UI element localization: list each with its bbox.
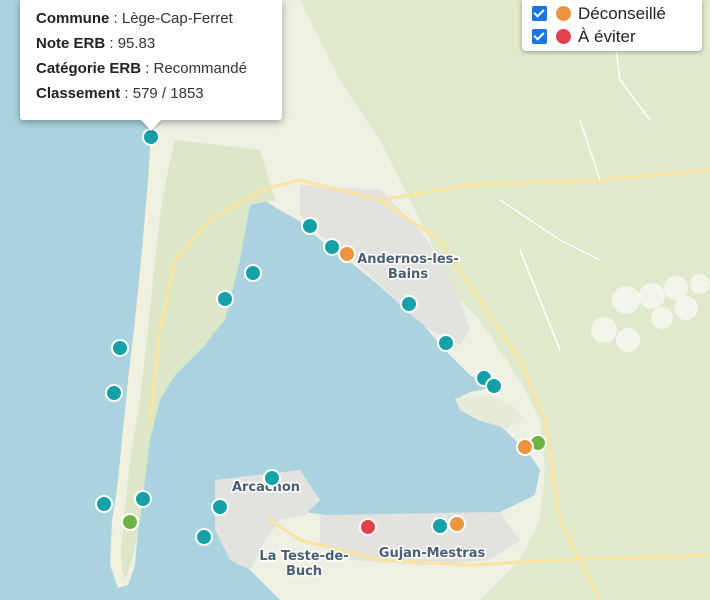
legend-label-deconseille: Déconseillé: [578, 3, 666, 23]
marker-recommande[interactable]: [211, 498, 229, 516]
legend-label-eviter: À éviter: [578, 26, 636, 46]
marker-recommande[interactable]: [400, 295, 418, 313]
beach-info-popup: Commune : Lège-Cap-Ferret Note ERB : 95.…: [20, 0, 282, 120]
popup-sep: :: [145, 60, 154, 77]
marker-recommande[interactable]: [485, 377, 503, 395]
legend-item-deconseille[interactable]: Déconseillé: [532, 2, 692, 25]
town-label-andernos-2: Bains: [388, 267, 428, 282]
checkbox-checked-icon[interactable]: [532, 29, 547, 44]
marker-recommande[interactable]: [111, 339, 129, 357]
popup-sep: :: [124, 85, 133, 102]
marker-recommande[interactable]: [301, 217, 319, 235]
legend-panel: Déconseillé À éviter: [522, 0, 702, 51]
marker-eviter[interactable]: [359, 518, 377, 536]
popup-row-commune: Commune : Lège-Cap-Ferret: [36, 6, 266, 31]
red-dot-icon: [556, 29, 571, 44]
town-label-la-teste: La Teste-de-: [259, 549, 348, 564]
town-label-la-teste-2: Buch: [286, 564, 322, 579]
marker-deconseille[interactable]: [448, 515, 466, 533]
orange-dot-icon: [556, 6, 571, 21]
marker-recommande[interactable]: [142, 128, 160, 146]
popup-classement-value: 579 / 1853: [132, 85, 204, 102]
popup-categorie-value: Recommandé: [153, 60, 247, 77]
town-label-gujan: Gujan-Mestras: [379, 546, 486, 561]
town-label-andernos: Andernos-les-: [357, 252, 459, 267]
marker-bien[interactable]: [121, 513, 139, 531]
marker-recommande[interactable]: [105, 384, 123, 402]
marker-recommande[interactable]: [263, 469, 281, 487]
marker-recommande[interactable]: [244, 264, 262, 282]
popup-commune-value: Lège-Cap-Ferret: [121, 10, 233, 27]
marker-recommande[interactable]: [437, 334, 455, 352]
marker-recommande[interactable]: [323, 238, 341, 256]
legend-item-eviter[interactable]: À éviter: [532, 25, 692, 48]
popup-categorie-label: Catégorie ERB: [36, 60, 142, 77]
popup-classement-label: Classement: [36, 85, 121, 102]
marker-recommande[interactable]: [195, 528, 213, 546]
popup-note-value: 95.83: [117, 35, 156, 52]
marker-recommande[interactable]: [95, 495, 113, 513]
marker-deconseille[interactable]: [338, 245, 356, 263]
popup-row-classement: Classement : 579 / 1853: [36, 81, 266, 106]
popup-row-categorie: Catégorie ERB : Recommandé: [36, 56, 266, 81]
checkbox-checked-icon[interactable]: [532, 6, 547, 21]
marker-recommande[interactable]: [134, 490, 152, 508]
marker-deconseille[interactable]: [516, 438, 534, 456]
popup-note-label: Note ERB: [36, 35, 106, 52]
popup-commune-label: Commune: [36, 10, 110, 27]
marker-recommande[interactable]: [216, 290, 234, 308]
popup-sep: :: [109, 35, 118, 52]
popup-tip: [140, 119, 162, 131]
popup-sep: :: [113, 10, 122, 27]
popup-row-note: Note ERB : 95.83: [36, 31, 266, 56]
marker-recommande[interactable]: [431, 517, 449, 535]
